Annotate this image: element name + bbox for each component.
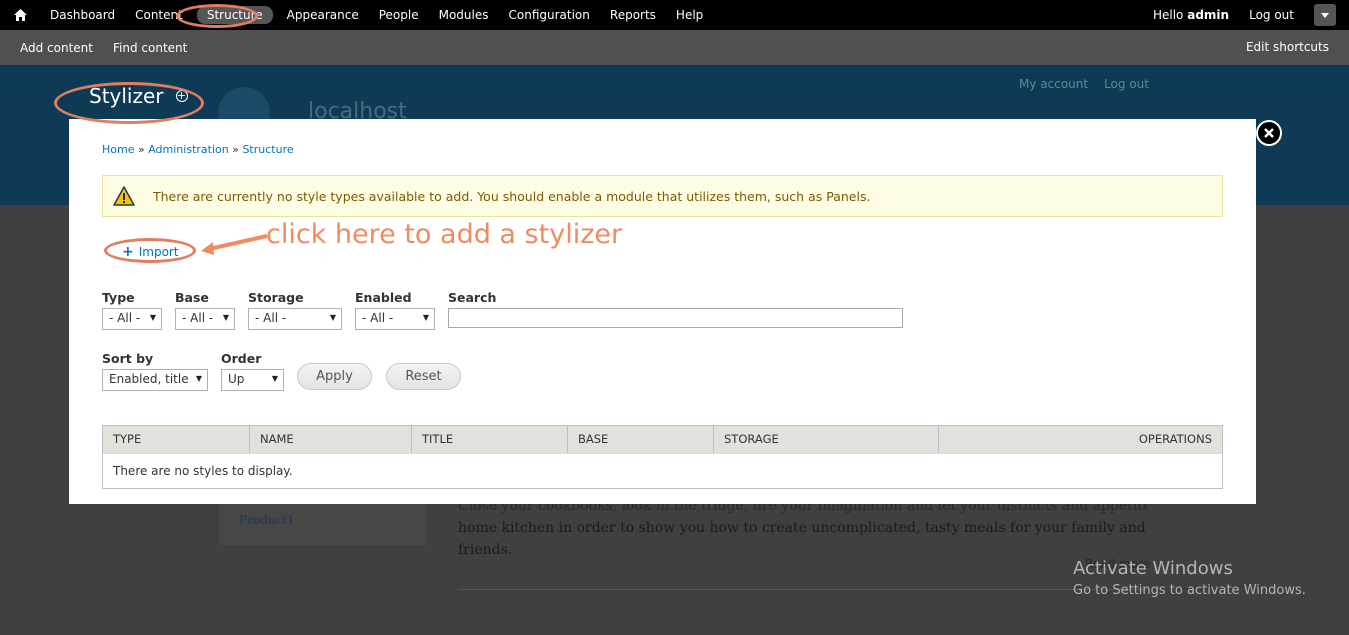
add-shortcut-icon[interactable]: + [175,90,188,102]
import-link[interactable]: + Import [122,244,179,260]
activate-windows-subtitle: Go to Settings to activate Windows. [1073,583,1306,598]
home-icon[interactable] [0,0,40,30]
breadcrumb: Home » Administration » Structure [102,143,294,156]
filter-search: Search [448,290,903,328]
shortcut-bar: Add content Find content Edit shortcuts [0,30,1349,65]
menu-configuration[interactable]: Configuration [499,0,600,30]
sort-by-label: Sort by [102,351,154,366]
breadcrumb-structure[interactable]: Structure [242,143,293,156]
body-line-2: home kitchen in order to show you how to… [458,520,1146,558]
order-label: Order [221,351,262,366]
breadcrumb-separator: » [137,143,145,156]
username[interactable]: admin [1187,8,1229,22]
filter-base-label: Base [175,290,209,305]
site-logout-link[interactable]: Log out [1104,77,1149,91]
menu-help[interactable]: Help [666,0,713,30]
menu-content[interactable]: Content [125,0,193,30]
my-account-link[interactable]: My account [1019,77,1088,91]
filter-type-select[interactable]: - All - [102,308,162,330]
shortcut-find-content[interactable]: Find content [103,41,197,55]
shortcut-drawer-toggle[interactable] [1314,4,1336,26]
windows-activation-watermark: Activate Windows Go to Settings to activ… [1073,558,1306,598]
menu-appearance[interactable]: Appearance [277,0,369,30]
order-select[interactable]: Up [221,369,284,391]
breadcrumb-home[interactable]: Home [102,143,134,156]
import-label: Import [138,245,179,259]
chevron-down-icon [1321,12,1329,18]
hello-text: Hello admin [1152,8,1230,22]
breadcrumb-separator: » [232,143,239,156]
styles-table: TYPE NAME TITLE BASE STORAGE OPERATIONS … [102,425,1223,489]
filter-search-label: Search [448,290,497,305]
close-overlay-button[interactable] [1256,120,1282,146]
menu-reports[interactable]: Reports [600,0,666,30]
sidebar-link-product1[interactable]: Product1 [239,513,295,527]
logout-link[interactable]: Log out [1249,8,1294,22]
admin-menu: Dashboard Content Structure Appearance P… [0,0,713,30]
filter-enabled: Enabled - All - [355,290,435,330]
account-links: My account Log out [1019,77,1149,91]
annotation-arrow-icon [201,234,268,255]
breadcrumb-administration[interactable]: Administration [148,143,229,156]
search-input[interactable] [448,308,903,328]
filter-enabled-select[interactable]: - All - [355,308,435,330]
column-title[interactable]: TITLE [412,426,568,453]
reset-button[interactable]: Reset [386,363,461,390]
overlay-dialog: Home » Administration » Structure There … [69,119,1256,504]
divider [458,589,1148,590]
column-operations: OPERATIONS [1138,432,1212,446]
warning-icon [113,186,135,206]
warning-text: There are currently no style types avail… [153,188,871,204]
body-text: Close your cookbooks, look in the fridge… [458,495,1148,561]
menu-structure[interactable]: Structure [196,6,273,24]
edit-shortcuts-link[interactable]: Edit shortcuts [1246,30,1329,65]
plus-icon: + [122,244,134,260]
menu-people[interactable]: People [369,0,429,30]
filter-storage-label: Storage [248,290,304,305]
table-empty-message: There are no styles to display. [103,453,1222,488]
warning-message: There are currently no style types avail… [102,175,1223,217]
filter-base: Base - All - [175,290,235,330]
column-base[interactable]: BASE [568,426,714,453]
menu-dashboard[interactable]: Dashboard [40,0,125,30]
filter-storage-select[interactable]: - All - [248,308,342,330]
overlay-title: Stylizer [89,84,164,108]
filter-type: Type - All - [102,290,162,330]
filter-type-label: Type [102,290,135,305]
close-icon [1264,128,1274,138]
apply-button[interactable]: Apply [297,363,372,390]
shortcut-add-content[interactable]: Add content [10,41,103,55]
column-type[interactable]: TYPE [103,426,250,453]
admin-toolbar: Dashboard Content Structure Appearance P… [0,0,1349,30]
table-header: TYPE NAME TITLE BASE STORAGE OPERATIONS [103,426,1222,453]
order: Order Up [221,351,284,391]
column-name[interactable]: NAME [250,426,412,453]
activate-windows-title: Activate Windows [1073,558,1233,579]
filter-enabled-label: Enabled [355,290,412,305]
toolbar-user-area: Hello admin Log out [1153,0,1349,30]
filter-base-select[interactable]: - All - [175,308,235,330]
overlay-title-area: Stylizer + [55,84,188,108]
annotation-text: click here to add a stylizer [266,219,623,250]
sort-by-select[interactable]: Enabled, title [102,369,208,391]
sort-by: Sort by Enabled, title [102,351,208,391]
filter-storage: Storage - All - [248,290,342,330]
column-storage[interactable]: STORAGE [714,426,939,453]
menu-modules[interactable]: Modules [429,0,499,30]
